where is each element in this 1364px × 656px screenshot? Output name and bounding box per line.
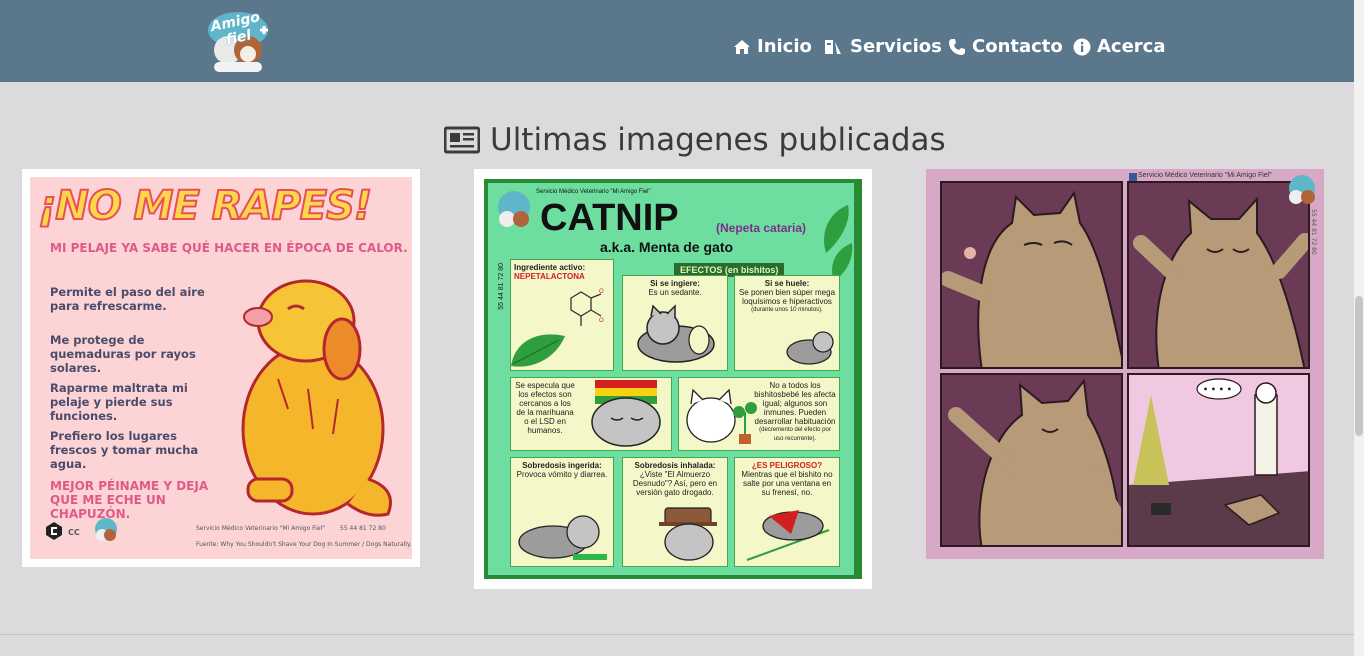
poster-subtitle: MI PELAJE YA SABE QUÉ HACER EN ÉPOCA DE … — [50, 241, 408, 255]
newspaper-icon — [444, 126, 480, 154]
poster-closing: MEJOR PÉINAME Y DEJA QUE ME ECHE UN CHAP… — [50, 479, 209, 521]
cat-reach-illustration — [948, 378, 1121, 545]
panel-ingiere: Si se ingiere: Es un sedante. — [622, 275, 728, 371]
facebook-icon — [1129, 173, 1137, 181]
phone-icon — [949, 38, 965, 55]
peligroso-text: Mientras que el bishito no salte por una… — [741, 470, 833, 497]
nav-servicios-label: Servicios — [850, 36, 942, 57]
no-todos-text: No a todos los bishitosbebé les afecta i… — [754, 381, 836, 426]
ingiere-text: Es un sedante. — [648, 288, 702, 297]
nav-inicio-label: Inicio — [757, 36, 812, 57]
flying-cat-icon — [746, 510, 830, 561]
image-card-2[interactable]: Servicio Médico Veterinario "Mi Amigo Fi… — [474, 169, 872, 589]
catnip-header: Servicio Médico Veterinario "Mi Amigo Fi… — [536, 189, 651, 195]
ingerida-text: Provoca vómito y diarrea. — [516, 470, 608, 479]
hat-cat-icon — [659, 507, 717, 561]
nav-acerca-label: Acerca — [1097, 36, 1166, 57]
especula-text: Se especula que los efectos son cercanos… — [515, 381, 575, 435]
poster-point-3: Raparme maltrata mi pelaje y pierde sus … — [50, 381, 188, 423]
svg-text:O: O — [599, 289, 604, 295]
ingerida-label: Sobredosis ingerida: — [522, 461, 602, 470]
rasta-cat-icon — [591, 380, 661, 447]
poster-point-4: Prefiero los lugares frescos y tomar muc… — [50, 429, 199, 471]
inhalada-label: Sobredosis inhalada: — [634, 461, 716, 470]
cc-label: CC — [68, 528, 80, 537]
ingrediente-label: Ingrediente activo: — [514, 263, 586, 272]
cat-stretch-illustration — [1133, 196, 1308, 367]
catnip-logo-icon — [498, 191, 530, 227]
panel-especula: Se especula que los efectos son cercanos… — [510, 377, 672, 451]
no-todos-note: (decremento del efecto por uso recurrent… — [759, 427, 831, 442]
home-icon — [734, 39, 750, 54]
poster-source: Fuente: Why You Shouldn't Shave Your Dog… — [196, 541, 412, 548]
catnip-title: CATNIP — [540, 197, 679, 239]
poster-point-2: Me protege de quemaduras por rayos solar… — [50, 333, 196, 375]
creative-commons-icon — [46, 522, 62, 540]
image-card-3[interactable]: Servicio Médico Veterinario "Mi Amigo Fi… — [926, 169, 1324, 559]
huele-text: Se ponen bien súper mega loquísimos e hi… — [738, 288, 836, 306]
nav-servicios[interactable]: Servicios — [824, 36, 942, 57]
dog-illustration — [241, 279, 392, 517]
poster-phone: 55 44 81 72 80 — [340, 525, 386, 532]
ingrediente-value: NEPETALACTONA — [514, 272, 585, 281]
comic-frame-2 — [1127, 181, 1310, 369]
catnip-scientific-name: (Nepeta cataria) — [716, 221, 807, 235]
room-scene-illustration — [1129, 378, 1308, 545]
inhalada-text: ¿Viste "El Almuerzo Desnudo"? Así, pero … — [632, 470, 718, 497]
catnip-aka: a.k.a. Menta de gato — [600, 239, 734, 255]
poster-title: ¡NO ME RAPES! — [37, 182, 373, 230]
speech-bubble-dots: • • • • — [1203, 385, 1232, 394]
page-scrollbar-thumb[interactable] — [1355, 296, 1363, 436]
catnip-panel-bg: Servicio Médico Veterinario "Mi Amigo Fi… — [488, 183, 854, 575]
leaf-icon — [824, 205, 853, 281]
services-icon — [825, 39, 841, 54]
sick-cat-icon — [518, 515, 607, 560]
nav-inicio[interactable]: Inicio — [733, 36, 812, 57]
image-card-1[interactable]: ¡NO ME RAPES! MI PELAJE YA SABE QUÉ HACE… — [22, 169, 420, 567]
poster-catnip: Servicio Médico Veterinario "Mi Amigo Fi… — [484, 179, 862, 579]
sleeping-cat-icon — [637, 304, 715, 363]
jumping-cat-icon — [786, 331, 834, 365]
nav-acerca[interactable]: Acerca — [1073, 36, 1166, 57]
comic-header: Servicio Médico Veterinario "Mi Amigo Fi… — [1138, 172, 1272, 179]
info-icon — [1073, 38, 1091, 55]
poster-no-me-rapes: ¡NO ME RAPES! MI PELAJE YA SABE QUÉ HACE… — [30, 177, 412, 559]
comic-phone: 55 44 81 72 80 — [1310, 209, 1317, 255]
poster-credit: Servicio Médico Veterinario "Mi Amigo Fi… — [196, 525, 325, 532]
comic-frame-1 — [940, 181, 1123, 369]
comic-frame-3 — [940, 373, 1123, 547]
huele-label: Si se huele: — [764, 279, 810, 288]
panel-inhalada: Sobredosis inhalada: ¿Viste "El Almuerzo… — [622, 457, 728, 567]
nav-contacto-label: Contacto — [972, 36, 1063, 57]
panel-ingerida: Sobredosis ingerida: Provoca vómito y di… — [510, 457, 614, 567]
small-logo-icon — [95, 518, 117, 541]
white-cat-plant-icon — [686, 388, 757, 444]
comic-logo-icon — [1289, 175, 1315, 204]
catnip-leaf-icon — [511, 334, 565, 367]
comic-frame-4: • • • • — [1127, 373, 1310, 547]
panel-no-todos: No a todos los bishitosbebé les afecta i… — [678, 377, 840, 451]
panel-huele: Si se huele: Se ponen bien súper mega lo… — [734, 275, 840, 371]
cat-smirk-illustration — [942, 190, 1121, 367]
poster-point-1: Permite el paso del aire para refrescarm… — [50, 285, 205, 313]
peligroso-label: ¿ES PELIGROSO? — [751, 461, 823, 470]
huele-note: (durante unos 10 minutos). — [751, 307, 823, 313]
comic-cat-stretch: Servicio Médico Veterinario "Mi Amigo Fi… — [926, 169, 1324, 559]
ingiere-label: Si se ingiere: — [650, 279, 700, 288]
section-title: Ultimas imagenes publicadas — [490, 122, 946, 158]
top-navbar: Amigo fiel Inicio Servicios Contacto Ace… — [0, 0, 1354, 82]
molecule-icon: OO — [570, 289, 604, 326]
panel-ingrediente: Ingrediente activo: NEPETALACTONA OO — [510, 259, 614, 371]
panel-peligroso: ¿ES PELIGROSO? Mientras que el bishito n… — [734, 457, 840, 567]
section-heading: Ultimas imagenes publicadas — [444, 122, 946, 158]
nav-contacto[interactable]: Contacto — [948, 36, 1063, 57]
footer-divider — [0, 634, 1354, 635]
catnip-phone: 55 44 81 72 80 — [498, 263, 505, 310]
brand-logo[interactable]: Amigo fiel — [204, 8, 272, 74]
svg-text:O: O — [599, 318, 604, 324]
